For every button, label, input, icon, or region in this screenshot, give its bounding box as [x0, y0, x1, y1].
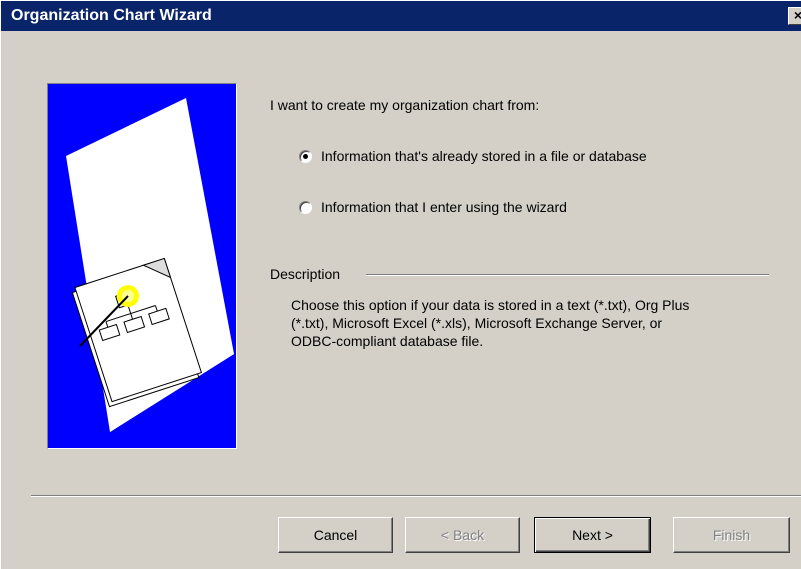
close-icon: ×: [793, 7, 801, 23]
footer-separator: [31, 495, 801, 497]
wizard-illustration: [47, 83, 237, 449]
org-chart-illustration-icon: [66, 98, 234, 432]
option-enter-using-wizard[interactable]: Information that I enter using the wizar…: [299, 199, 567, 215]
finish-button[interactable]: Finish: [673, 517, 790, 553]
source-prompt: I want to create my organization chart f…: [270, 97, 540, 113]
back-button[interactable]: < Back: [405, 517, 520, 553]
close-button[interactable]: ×: [788, 7, 801, 25]
radio-button-selected[interactable]: [299, 149, 312, 163]
wizard-window: Organization Chart Wizard × I want to cr…: [0, 0, 801, 569]
cancel-button[interactable]: Cancel: [278, 517, 393, 553]
option-enter-using-wizard-label[interactable]: Information that I enter using the wizar…: [321, 199, 567, 215]
description-text: Choose this option if your data is store…: [291, 297, 690, 349]
title-bar: Organization Chart Wizard ×: [1, 1, 801, 31]
option-file-or-database[interactable]: Information that's already stored in a f…: [299, 148, 647, 164]
description-heading: Description: [270, 266, 341, 282]
option-file-or-database-label[interactable]: Information that's already stored in a f…: [321, 148, 647, 164]
description-divider: [366, 274, 769, 276]
radio-button-unselected[interactable]: [299, 200, 312, 214]
window-title: Organization Chart Wizard: [11, 7, 212, 24]
next-button[interactable]: Next >: [534, 517, 651, 553]
